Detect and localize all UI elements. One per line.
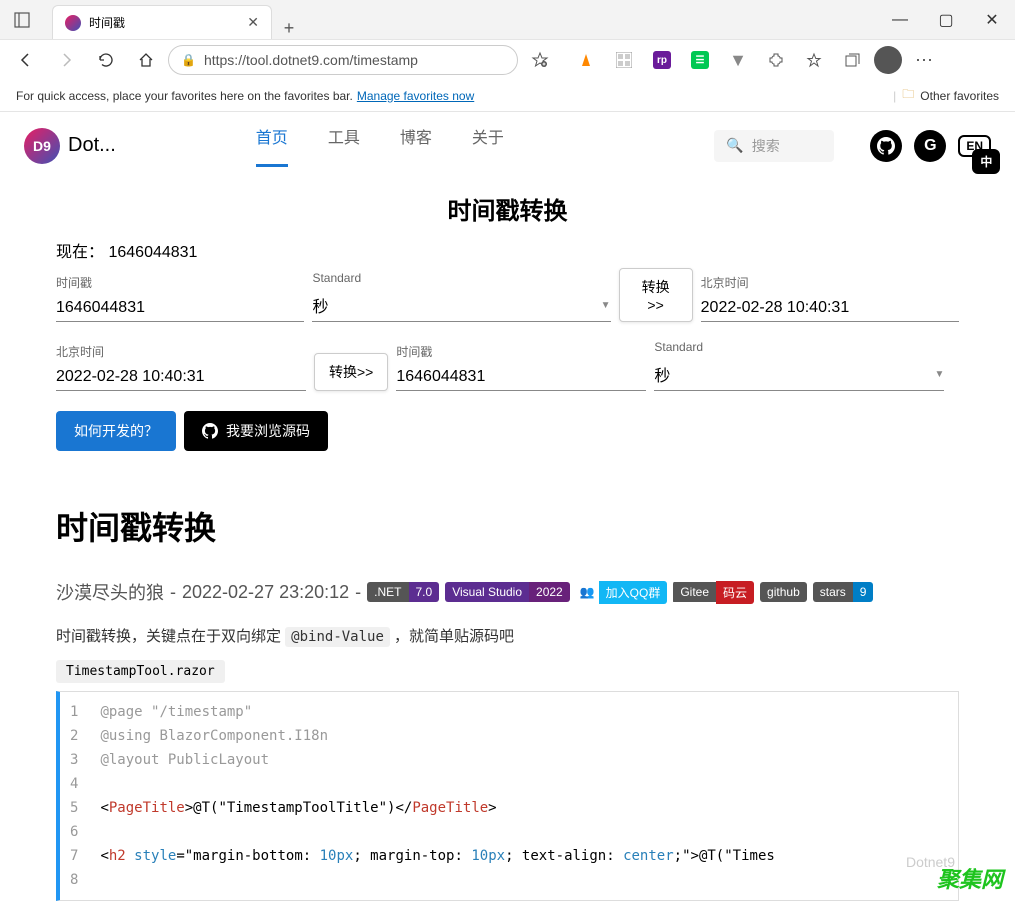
filename-tag: TimestampTool.razor — [56, 660, 225, 683]
row2-convert-button[interactable]: 转换>> — [314, 353, 388, 391]
github-icon — [202, 423, 218, 439]
lang-cn-badge: 中 — [972, 149, 1000, 174]
article-author: 沙漠尽头的狼 — [56, 579, 164, 605]
nav-tools[interactable]: 工具 — [328, 124, 360, 167]
ext-icon-2[interactable]: rp — [646, 44, 678, 76]
favorites-button[interactable] — [798, 44, 830, 76]
logo-icon: D9 — [24, 128, 60, 164]
chevron-down-icon: ▼ — [934, 369, 944, 380]
row1-bj-input[interactable] — [701, 295, 959, 322]
extensions-button[interactable] — [760, 44, 792, 76]
row2-bj-label: 北京时间 — [56, 343, 306, 360]
tool-title: 时间戳转换 — [56, 191, 959, 226]
row2-ts-input[interactable] — [396, 364, 646, 391]
search-placeholder: 搜索 — [752, 136, 780, 156]
row1-ts-label: 时间戳 — [56, 274, 304, 291]
now-value: 1646044831 — [108, 244, 197, 261]
row1-convert-button[interactable]: 转换>> — [619, 268, 693, 322]
search-icon: 🔍 — [726, 137, 743, 154]
article-date: 2022-02-27 23:20:12 — [182, 582, 349, 603]
close-window-button[interactable]: ✕ — [969, 0, 1015, 39]
now-label: 现在： — [56, 244, 104, 261]
manage-favorites-link[interactable]: Manage favorites now — [357, 89, 474, 103]
logo-text: Dot... — [68, 134, 116, 157]
article-title: 时间戳转换 — [56, 503, 959, 549]
search-input[interactable]: 🔍 搜索 — [714, 130, 834, 162]
other-favorites-button[interactable]: Other favorites — [920, 89, 999, 103]
row1-bj-label: 北京时间 — [701, 274, 959, 291]
row1-std-label: Standard — [312, 271, 610, 285]
minimize-button[interactable]: — — [877, 0, 923, 39]
site-logo[interactable]: D9 Dot... — [24, 128, 116, 164]
row1-std-select[interactable]: 秒 ▼ — [312, 289, 610, 322]
browser-tab[interactable]: 时间戳 ✕ — [52, 5, 272, 39]
watermark: 聚集网 — [937, 862, 1003, 894]
code-inline: @bind-Value — [285, 627, 390, 647]
browse-source-button[interactable]: 我要浏览源码 — [184, 411, 328, 451]
forward-button — [48, 42, 84, 78]
favorites-prompt: For quick access, place your favorites h… — [16, 89, 353, 103]
home-button[interactable] — [128, 42, 164, 78]
url-input[interactable]: 🔒 https://tool.dotnet9.com/timestamp — [168, 45, 518, 75]
folder-icon: 🗀 — [902, 85, 914, 106]
row1-ts-input[interactable] — [56, 295, 304, 322]
article-meta: 沙漠尽头的狼 - 2022-02-27 23:20:12 - .NET7.0 V… — [56, 579, 959, 605]
row2-bj-input[interactable] — [56, 364, 306, 391]
ext-icon-1[interactable] — [608, 44, 640, 76]
nav-home[interactable]: 首页 — [256, 124, 288, 167]
badge-github[interactable]: github — [760, 582, 807, 602]
chevron-down-icon: ▼ — [601, 300, 611, 311]
badge-dotnet[interactable]: .NET7.0 — [367, 582, 439, 602]
ext-icon-4[interactable]: ▼ — [722, 44, 754, 76]
back-button[interactable] — [8, 42, 44, 78]
gitee-link[interactable]: G — [914, 130, 946, 162]
badge-stars[interactable]: stars9 — [813, 582, 874, 602]
badge-vs[interactable]: Visual Studio2022 — [445, 582, 570, 602]
profile-button[interactable] — [874, 46, 902, 74]
add-favorite-button[interactable] — [522, 42, 558, 78]
ext-icon-3[interactable]: ☰ — [684, 44, 716, 76]
code-block: 12345678 @page "/timestamp" @using Blazo… — [56, 691, 959, 901]
address-bar: 🔒 https://tool.dotnet9.com/timestamp rp … — [0, 40, 1015, 80]
url-text: https://tool.dotnet9.com/timestamp — [204, 52, 418, 68]
badge-gitee[interactable]: Gitee码云 — [673, 581, 754, 604]
close-icon[interactable]: ✕ — [247, 14, 259, 31]
tab-actions-button[interactable] — [0, 0, 44, 39]
code-content[interactable]: @page "/timestamp" @using BlazorComponen… — [88, 692, 958, 900]
maximize-button[interactable]: ▢ — [923, 0, 969, 39]
collections-button[interactable] — [836, 44, 868, 76]
row2-std-select[interactable]: 秒 ▼ — [654, 358, 944, 391]
row2-ts-label: 时间戳 — [396, 343, 646, 360]
badge-qq[interactable]: 👥加入QQ群 — [576, 581, 668, 604]
lock-icon: 🔒 — [181, 53, 196, 67]
more-button[interactable]: ⋯ — [908, 44, 940, 76]
tab-favicon — [65, 15, 81, 31]
how-developed-button[interactable]: 如何开发的？ — [56, 411, 176, 451]
favorites-bar: For quick access, place your favorites h… — [0, 80, 1015, 112]
tab-title: 时间戳 — [89, 14, 125, 31]
nav-about[interactable]: 关于 — [472, 124, 504, 167]
github-link[interactable] — [870, 130, 902, 162]
refresh-button[interactable] — [88, 42, 124, 78]
line-numbers: 12345678 — [60, 692, 88, 900]
new-tab-button[interactable]: + — [272, 18, 306, 39]
language-toggle[interactable]: EN 中 — [958, 135, 991, 157]
article-description: 时间戳转换，关键点在于双向绑定 @bind-Value ，就简单贴源码吧 — [56, 625, 959, 646]
vlc-icon[interactable] — [570, 44, 602, 76]
row2-std-label: Standard — [654, 340, 944, 354]
nav-blog[interactable]: 博客 — [400, 124, 432, 167]
